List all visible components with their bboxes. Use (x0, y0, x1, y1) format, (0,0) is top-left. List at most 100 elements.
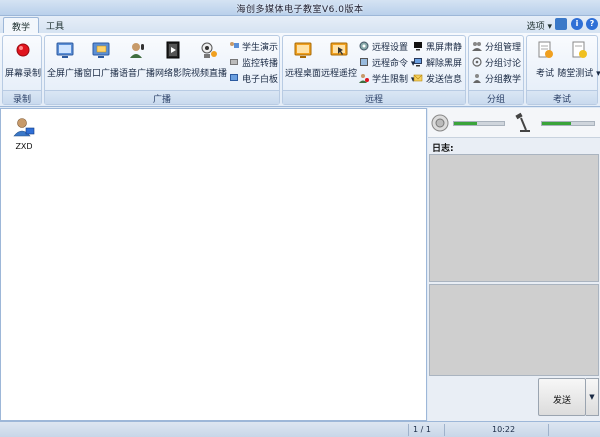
options-menu[interactable]: 选项 ▾ (527, 19, 552, 32)
group-teach-label: 分组教学 (485, 75, 522, 85)
student-item[interactable]: ZXD (11, 117, 37, 151)
help-icon[interactable]: ? (586, 18, 598, 30)
remote-settings-icon (359, 41, 369, 51)
group-discuss-label: 分组讨论 (485, 59, 522, 69)
remote-settings-label: 远程设置 (372, 43, 409, 53)
remote-control-icon (330, 42, 348, 56)
send-message-label: 发送信息 (426, 75, 463, 85)
message-input[interactable] (429, 284, 599, 376)
log-area[interactable] (429, 154, 599, 282)
window-broadcast-icon (92, 42, 110, 58)
fullscreen-broadcast-icon (56, 42, 74, 58)
whiteboard-button[interactable]: 电子白板 (229, 72, 278, 86)
info-icon[interactable]: i (571, 18, 583, 30)
send-dropdown-button[interactable]: ▼ (586, 378, 599, 416)
quiz-label: 随堂测试 ▾ (557, 69, 600, 79)
student-avatar-icon (13, 118, 35, 137)
remote-control-button[interactable]: 远程遥控 (321, 38, 357, 88)
window-title: 海创多媒体电子教室V6.0版本 (236, 5, 364, 15)
voice-broadcast-button[interactable]: 语音广播 (119, 38, 155, 88)
status-separator (548, 424, 549, 436)
video-live-icon (201, 42, 217, 58)
group-manage-label: 分组管理 (485, 43, 522, 53)
title-bar: 海创多媒体电子教室V6.0版本 (0, 0, 600, 16)
unblack-screen-label: 解除黑屏 (426, 59, 463, 69)
screen-record-button[interactable]: 屏幕录制 (5, 38, 41, 88)
black-screen-button[interactable]: 黑屏肃静 (413, 40, 462, 54)
screen-record-label: 屏幕录制 (4, 69, 41, 79)
student-demo-icon (230, 42, 239, 48)
tab-teaching[interactable]: 教学 (3, 17, 40, 33)
quiz-button[interactable]: 随堂测试 ▾ (557, 38, 600, 88)
remote-control-label: 远程遥控 (320, 69, 357, 79)
grouping-group-label: 分组 (469, 90, 523, 105)
video-live-button[interactable]: 视频直播 (191, 38, 227, 88)
group-teach-button[interactable]: 分组教学 (472, 72, 521, 86)
right-panel: 日志: 发送 ▼ (428, 108, 600, 421)
microphone-volume-slider[interactable] (541, 121, 595, 126)
exam-group: 考试 随堂测试 ▾ 考试 (526, 35, 600, 105)
remote-desktop-icon (294, 42, 312, 58)
student-restrict-label: 学生限制 (372, 75, 409, 85)
network-cinema-button[interactable]: 网络影院 (155, 38, 191, 88)
remote-command-icon (360, 58, 368, 66)
window-broadcast-button[interactable]: 窗口广播 (83, 38, 119, 88)
record-icon (16, 43, 30, 57)
student-canvas[interactable]: ZXD (0, 108, 427, 421)
quiz-label-text: 随堂测试 (557, 69, 594, 79)
unblack-screen-button[interactable]: 解除黑屏 (413, 56, 462, 70)
record-group: 屏幕录制 录制 (2, 35, 42, 105)
exam-icon (538, 41, 553, 58)
whiteboard-icon (230, 74, 238, 81)
status-separator (408, 424, 409, 436)
student-restrict-icon (359, 74, 369, 83)
group-manage-icon (472, 42, 482, 51)
send-message-icon (413, 74, 423, 82)
group-manage-button[interactable]: 分组管理 (472, 40, 521, 54)
black-screen-label: 黑屏肃静 (426, 43, 463, 53)
fullscreen-broadcast-button[interactable]: 全屏广播 (47, 38, 83, 88)
group-discuss-button[interactable]: 分组讨论 (472, 56, 521, 70)
black-screen-icon (414, 42, 422, 51)
speaker-icon (431, 114, 449, 132)
send-message-button[interactable]: 发送信息 (413, 72, 462, 86)
send-button[interactable]: 发送 (538, 378, 586, 416)
whiteboard-label: 电子白板 (242, 75, 279, 85)
student-name: ZXD (15, 142, 33, 151)
group-teach-icon (473, 74, 481, 83)
exam-group-label: 考试 (527, 90, 597, 105)
options-label: 选项 (526, 22, 545, 32)
monitor-relay-button[interactable]: 监控转播 (229, 56, 278, 70)
remote-settings-button[interactable]: 远程设置 (359, 40, 408, 54)
status-time: 10:22 (492, 425, 516, 434)
broadcast-group: 全屏广播 窗口广播 语音广播 网络影院 视频直播 学生演示 监控转播 电子白板 … (44, 35, 280, 105)
record-group-label: 录制 (3, 90, 41, 105)
unblack-screen-icon (414, 58, 422, 67)
video-live-label: 视频直播 (190, 69, 227, 79)
remote-command-button[interactable]: 远程命令 ▾ (359, 56, 415, 70)
monitor-relay-label: 监控转播 (242, 59, 279, 69)
speaker-volume-fill (454, 122, 477, 125)
speaker-volume-slider[interactable] (453, 121, 505, 126)
remote-group: 远程桌面 远程遥控 远程设置 远程命令 ▾ 学生限制 ▾ 黑屏肃静 解除黑屏 发… (282, 35, 466, 105)
audio-controls (428, 108, 600, 138)
status-bar: 1 / 1 10:22 (0, 421, 600, 437)
remote-group-label: 远程 (283, 90, 465, 105)
voice-broadcast-icon (130, 43, 144, 58)
monitor-relay-icon (230, 59, 238, 65)
group-discuss-icon (472, 57, 482, 67)
ribbon-tab-row: 教学 工具 选项 ▾ i ? (0, 16, 600, 33)
tab-tools[interactable]: 工具 (38, 17, 72, 33)
student-restrict-button[interactable]: 学生限制 ▾ (359, 72, 415, 86)
quiz-icon (572, 41, 587, 58)
page-indicator: 1 / 1 (413, 425, 431, 434)
remote-desktop-button[interactable]: 远程桌面 (285, 38, 321, 88)
grouping-group: 分组管理 分组讨论 分组教学 分组 (468, 35, 524, 105)
log-label: 日志: (432, 144, 454, 154)
ribbon: 屏幕录制 录制 全屏广播 窗口广播 语音广播 网络影院 视频直播 学生演示 监控… (0, 33, 600, 107)
skin-icon[interactable] (555, 18, 567, 30)
student-demo-button[interactable]: 学生演示 (229, 40, 278, 54)
student-demo-label: 学生演示 (242, 43, 279, 53)
broadcast-group-label: 广播 (45, 90, 279, 105)
exam-button[interactable]: 考试 (527, 38, 563, 88)
